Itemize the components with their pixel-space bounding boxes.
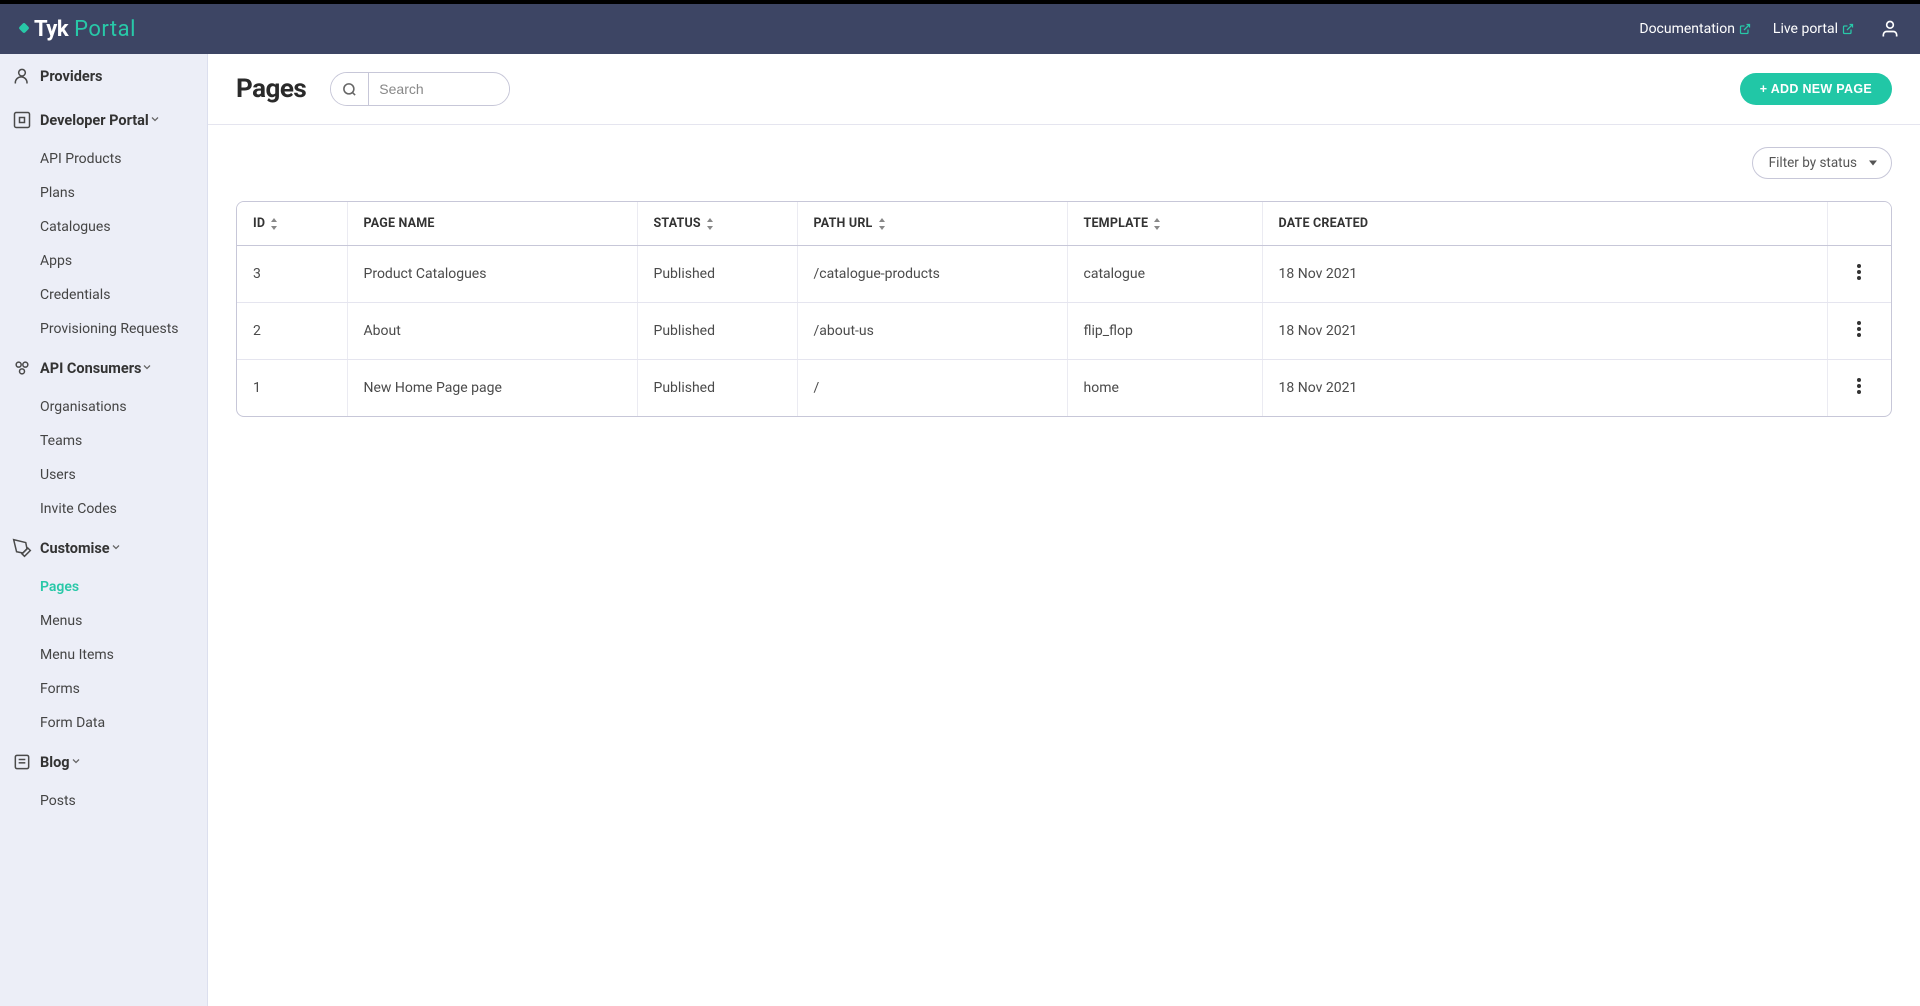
col-header-template[interactable]: TEMPLATE [1067, 202, 1262, 246]
cell-name: About [347, 303, 637, 360]
brand-name-2: Portal [74, 17, 136, 42]
sidebar-section-customise[interactable]: Customise [0, 526, 207, 570]
cell-status: Published [637, 246, 797, 303]
main-content: Pages + ADD NEW PAGE Filter by status [208, 54, 1920, 1006]
col-header-date[interactable]: DATE CREATED [1262, 202, 1827, 246]
section-label: Customise [40, 540, 110, 557]
sidebar-item-provisioning-requests[interactable]: Provisioning Requests [0, 312, 207, 346]
external-link-icon [1842, 23, 1854, 35]
external-link-icon [1739, 23, 1751, 35]
cell-id: 2 [237, 303, 347, 360]
cell-name: Product Catalogues [347, 246, 637, 303]
section-label: Providers [40, 68, 102, 85]
cell-url: /about-us [797, 303, 1067, 360]
cell-url: /catalogue-products [797, 246, 1067, 303]
sidebar-item-forms[interactable]: Forms [0, 672, 207, 706]
sidebar: Providers Developer Portal API ProductsPla… [0, 54, 208, 1006]
row-actions-menu[interactable] [1853, 372, 1865, 400]
live-portal-label: Live portal [1773, 21, 1838, 37]
cell-date: 18 Nov 2021 [1262, 360, 1827, 417]
documentation-link[interactable]: Documentation [1639, 21, 1751, 37]
cell-date: 18 Nov 2021 [1262, 303, 1827, 360]
top-bar: Tyk Portal Documentation Live portal [0, 4, 1920, 54]
search-icon [342, 82, 357, 97]
col-header-actions [1827, 202, 1891, 246]
section-icon [12, 752, 32, 772]
chevron-down-icon [141, 360, 153, 377]
section-label: Blog [40, 754, 70, 771]
sidebar-section-developer-portal[interactable]: Developer Portal [0, 98, 207, 142]
sort-icon [269, 218, 279, 230]
cell-name: New Home Page page [347, 360, 637, 417]
section-icon [12, 66, 32, 86]
col-header-name[interactable]: PAGE NAME [347, 202, 637, 246]
filter-label: Filter by status [1769, 155, 1857, 171]
sidebar-item-posts[interactable]: Posts [0, 784, 207, 818]
table-row[interactable]: 1New Home Page pagePublished/home18 Nov … [237, 360, 1891, 417]
sidebar-item-invite-codes[interactable]: Invite Codes [0, 492, 207, 526]
sidebar-item-menu-items[interactable]: Menu Items [0, 638, 207, 672]
page-title: Pages [236, 74, 306, 104]
section-label: Developer Portal [40, 112, 149, 129]
col-header-url[interactable]: PATH URL [797, 202, 1067, 246]
sort-icon [705, 218, 715, 230]
chevron-down-icon [110, 540, 122, 557]
page-header: Pages + ADD NEW PAGE [208, 54, 1920, 125]
table-row[interactable]: 3Product CataloguesPublished/catalogue-p… [237, 246, 1891, 303]
sidebar-item-pages[interactable]: Pages [0, 570, 207, 604]
sidebar-item-credentials[interactable]: Credentials [0, 278, 207, 312]
chevron-down-icon [149, 112, 161, 129]
sidebar-item-teams[interactable]: Teams [0, 424, 207, 458]
cell-template: home [1067, 360, 1262, 417]
pages-table: ID PAGE NAME STATUS PATH URL TEMPLATE DA… [236, 201, 1892, 417]
search-box [330, 72, 510, 106]
sidebar-item-form-data[interactable]: Form Data [0, 706, 207, 740]
cell-url: / [797, 360, 1067, 417]
search-button[interactable] [331, 73, 369, 105]
sort-icon [877, 218, 887, 230]
cell-id: 3 [237, 246, 347, 303]
sidebar-item-api-products[interactable]: API Products [0, 142, 207, 176]
cell-template: flip_flop [1067, 303, 1262, 360]
sidebar-item-menus[interactable]: Menus [0, 604, 207, 638]
sidebar-item-plans[interactable]: Plans [0, 176, 207, 210]
sidebar-item-users[interactable]: Users [0, 458, 207, 492]
section-icon [12, 358, 32, 378]
sidebar-section-blog[interactable]: Blog [0, 740, 207, 784]
cell-status: Published [637, 360, 797, 417]
logo-mark-icon [18, 22, 29, 33]
section-icon [12, 110, 32, 130]
section-label: API Consumers [40, 360, 141, 377]
sidebar-section-providers[interactable]: Providers [0, 54, 207, 98]
cell-template: catalogue [1067, 246, 1262, 303]
sidebar-section-api-consumers[interactable]: API Consumers [0, 346, 207, 390]
cell-date: 18 Nov 2021 [1262, 246, 1827, 303]
sort-icon [1152, 218, 1162, 230]
filter-by-status-select[interactable]: Filter by status [1752, 147, 1892, 179]
search-input[interactable] [369, 81, 509, 97]
table-row[interactable]: 2AboutPublished/about-usflip_flop18 Nov … [237, 303, 1891, 360]
row-actions-menu[interactable] [1853, 315, 1865, 343]
chevron-down-icon [70, 754, 82, 771]
user-menu-icon[interactable] [1880, 19, 1900, 39]
cell-id: 1 [237, 360, 347, 417]
section-icon [12, 538, 32, 558]
documentation-label: Documentation [1639, 21, 1735, 37]
brand-name-1: Tyk [34, 17, 68, 42]
sidebar-item-apps[interactable]: Apps [0, 244, 207, 278]
col-header-id[interactable]: ID [237, 202, 347, 246]
add-new-page-button[interactable]: + ADD NEW PAGE [1740, 73, 1892, 105]
cell-status: Published [637, 303, 797, 360]
brand-logo: Tyk Portal [20, 17, 136, 42]
sidebar-item-organisations[interactable]: Organisations [0, 390, 207, 424]
live-portal-link[interactable]: Live portal [1773, 21, 1854, 37]
sidebar-item-catalogues[interactable]: Catalogues [0, 210, 207, 244]
row-actions-menu[interactable] [1853, 258, 1865, 286]
col-header-status[interactable]: STATUS [637, 202, 797, 246]
